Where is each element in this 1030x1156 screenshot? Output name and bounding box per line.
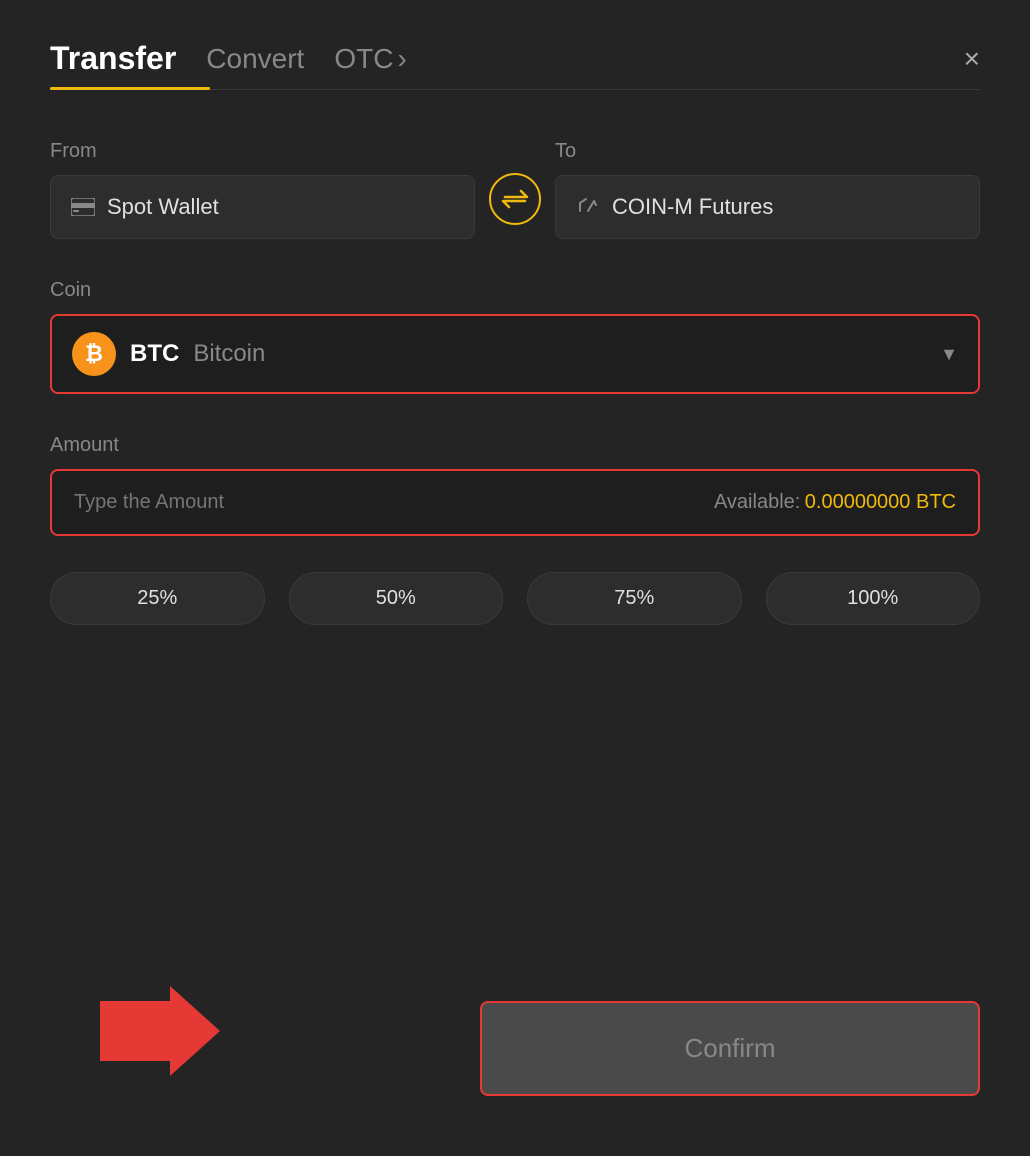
percent-row: 25% 50% 75% 100%	[50, 572, 980, 625]
available-value: 0.00000000 BTC	[805, 491, 956, 513]
swap-button[interactable]	[489, 173, 541, 225]
tab-transfer[interactable]: Transfer	[50, 40, 176, 89]
to-label: To	[555, 140, 980, 163]
bottom-section: Confirm	[50, 981, 980, 1096]
tab-convert[interactable]: Convert	[206, 43, 304, 87]
to-wallet-selector[interactable]: COIN-M Futures	[555, 175, 980, 239]
confirm-button[interactable]: Confirm	[480, 1001, 980, 1096]
percent-75-button[interactable]: 75%	[527, 572, 742, 625]
futures-icon	[576, 198, 600, 216]
from-wallet-name: Spot Wallet	[107, 194, 219, 220]
percent-100-button[interactable]: 100%	[766, 572, 981, 625]
tab-otc[interactable]: OTC ›	[334, 43, 406, 87]
coin-label: Coin	[50, 279, 91, 301]
header-tabs: Transfer Convert OTC › ×	[50, 40, 980, 89]
to-wallet-name: COIN-M Futures	[612, 194, 773, 220]
available-display: Available: 0.00000000 BTC	[714, 491, 956, 514]
coin-symbol: BTC	[130, 340, 179, 368]
coin-name: Bitcoin	[193, 340, 265, 368]
amount-input[interactable]	[74, 491, 274, 514]
from-label: From	[50, 140, 475, 163]
coin-dropdown[interactable]: ₿ BTC Bitcoin ▼	[50, 314, 980, 394]
available-label: Available:	[714, 491, 800, 513]
from-wallet-selector[interactable]: Spot Wallet	[50, 175, 475, 239]
arrow-indicator	[100, 981, 220, 1086]
percent-25-button[interactable]: 25%	[50, 572, 265, 625]
amount-label: Amount	[50, 434, 119, 456]
dropdown-arrow-icon: ▼	[940, 344, 958, 365]
transfer-modal: Transfer Convert OTC › × From Spot Walle	[0, 0, 1030, 1156]
to-block: To COIN-M Futures	[555, 140, 980, 239]
percent-50-button[interactable]: 50%	[289, 572, 504, 625]
tab-divider	[50, 89, 980, 90]
close-button[interactable]: ×	[964, 45, 980, 85]
active-tab-indicator	[50, 87, 210, 90]
btc-icon: ₿	[72, 332, 116, 376]
from-to-section: From Spot Wallet	[50, 140, 980, 239]
amount-box[interactable]: Available: 0.00000000 BTC	[50, 469, 980, 536]
swap-button-wrap	[475, 173, 555, 239]
from-block: From Spot Wallet	[50, 140, 475, 239]
card-icon	[71, 198, 95, 216]
coin-section: Coin ₿ BTC Bitcoin ▼	[50, 279, 980, 394]
amount-section: Amount Available: 0.00000000 BTC	[50, 434, 980, 536]
